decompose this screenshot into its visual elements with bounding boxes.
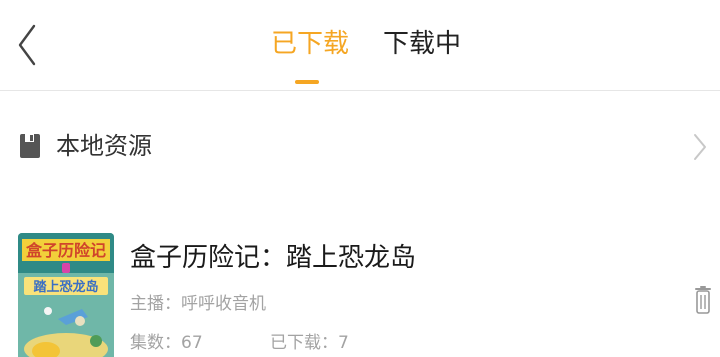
local-resources-label: 本地资源 (56, 132, 152, 160)
episode-count: 集数：67 (130, 333, 203, 353)
chevron-left-icon (18, 24, 36, 66)
album-cover: 盒子历险记 踏上恐龙岛 (18, 233, 114, 357)
cover-title-text: 盒子历险记 (26, 241, 106, 260)
cover-subtitle-text: 踏上恐龙岛 (33, 279, 98, 295)
back-button[interactable] (12, 22, 48, 68)
item-title: 盒子历险记：踏上恐龙岛 (130, 243, 417, 273)
chevron-right-icon (694, 134, 706, 160)
host-label: 主播：呼呼收音机 (130, 294, 266, 314)
downloads-screen: 已下载 下载中 本地资源 盒子历险记 踏上恐龙岛 盒子历险记：踏上恐龙岛 主播：… (0, 0, 720, 357)
save-icon (20, 134, 40, 158)
downloaded-count: 已下载：7 (270, 333, 349, 353)
active-tab-indicator (295, 80, 319, 84)
tab-downloading[interactable]: 下载中 (383, 22, 461, 66)
header-bar: 已下载 下载中 (0, 0, 720, 91)
delete-button[interactable] (694, 285, 712, 315)
download-item[interactable]: 盒子历险记 踏上恐龙岛 盒子历险记：踏上恐龙岛 主播：呼呼收音机 集数：67 已… (0, 209, 720, 357)
tab-downloaded[interactable]: 已下载 (271, 22, 349, 66)
trash-icon (695, 286, 711, 314)
local-resources-row[interactable]: 本地资源 (0, 91, 720, 209)
